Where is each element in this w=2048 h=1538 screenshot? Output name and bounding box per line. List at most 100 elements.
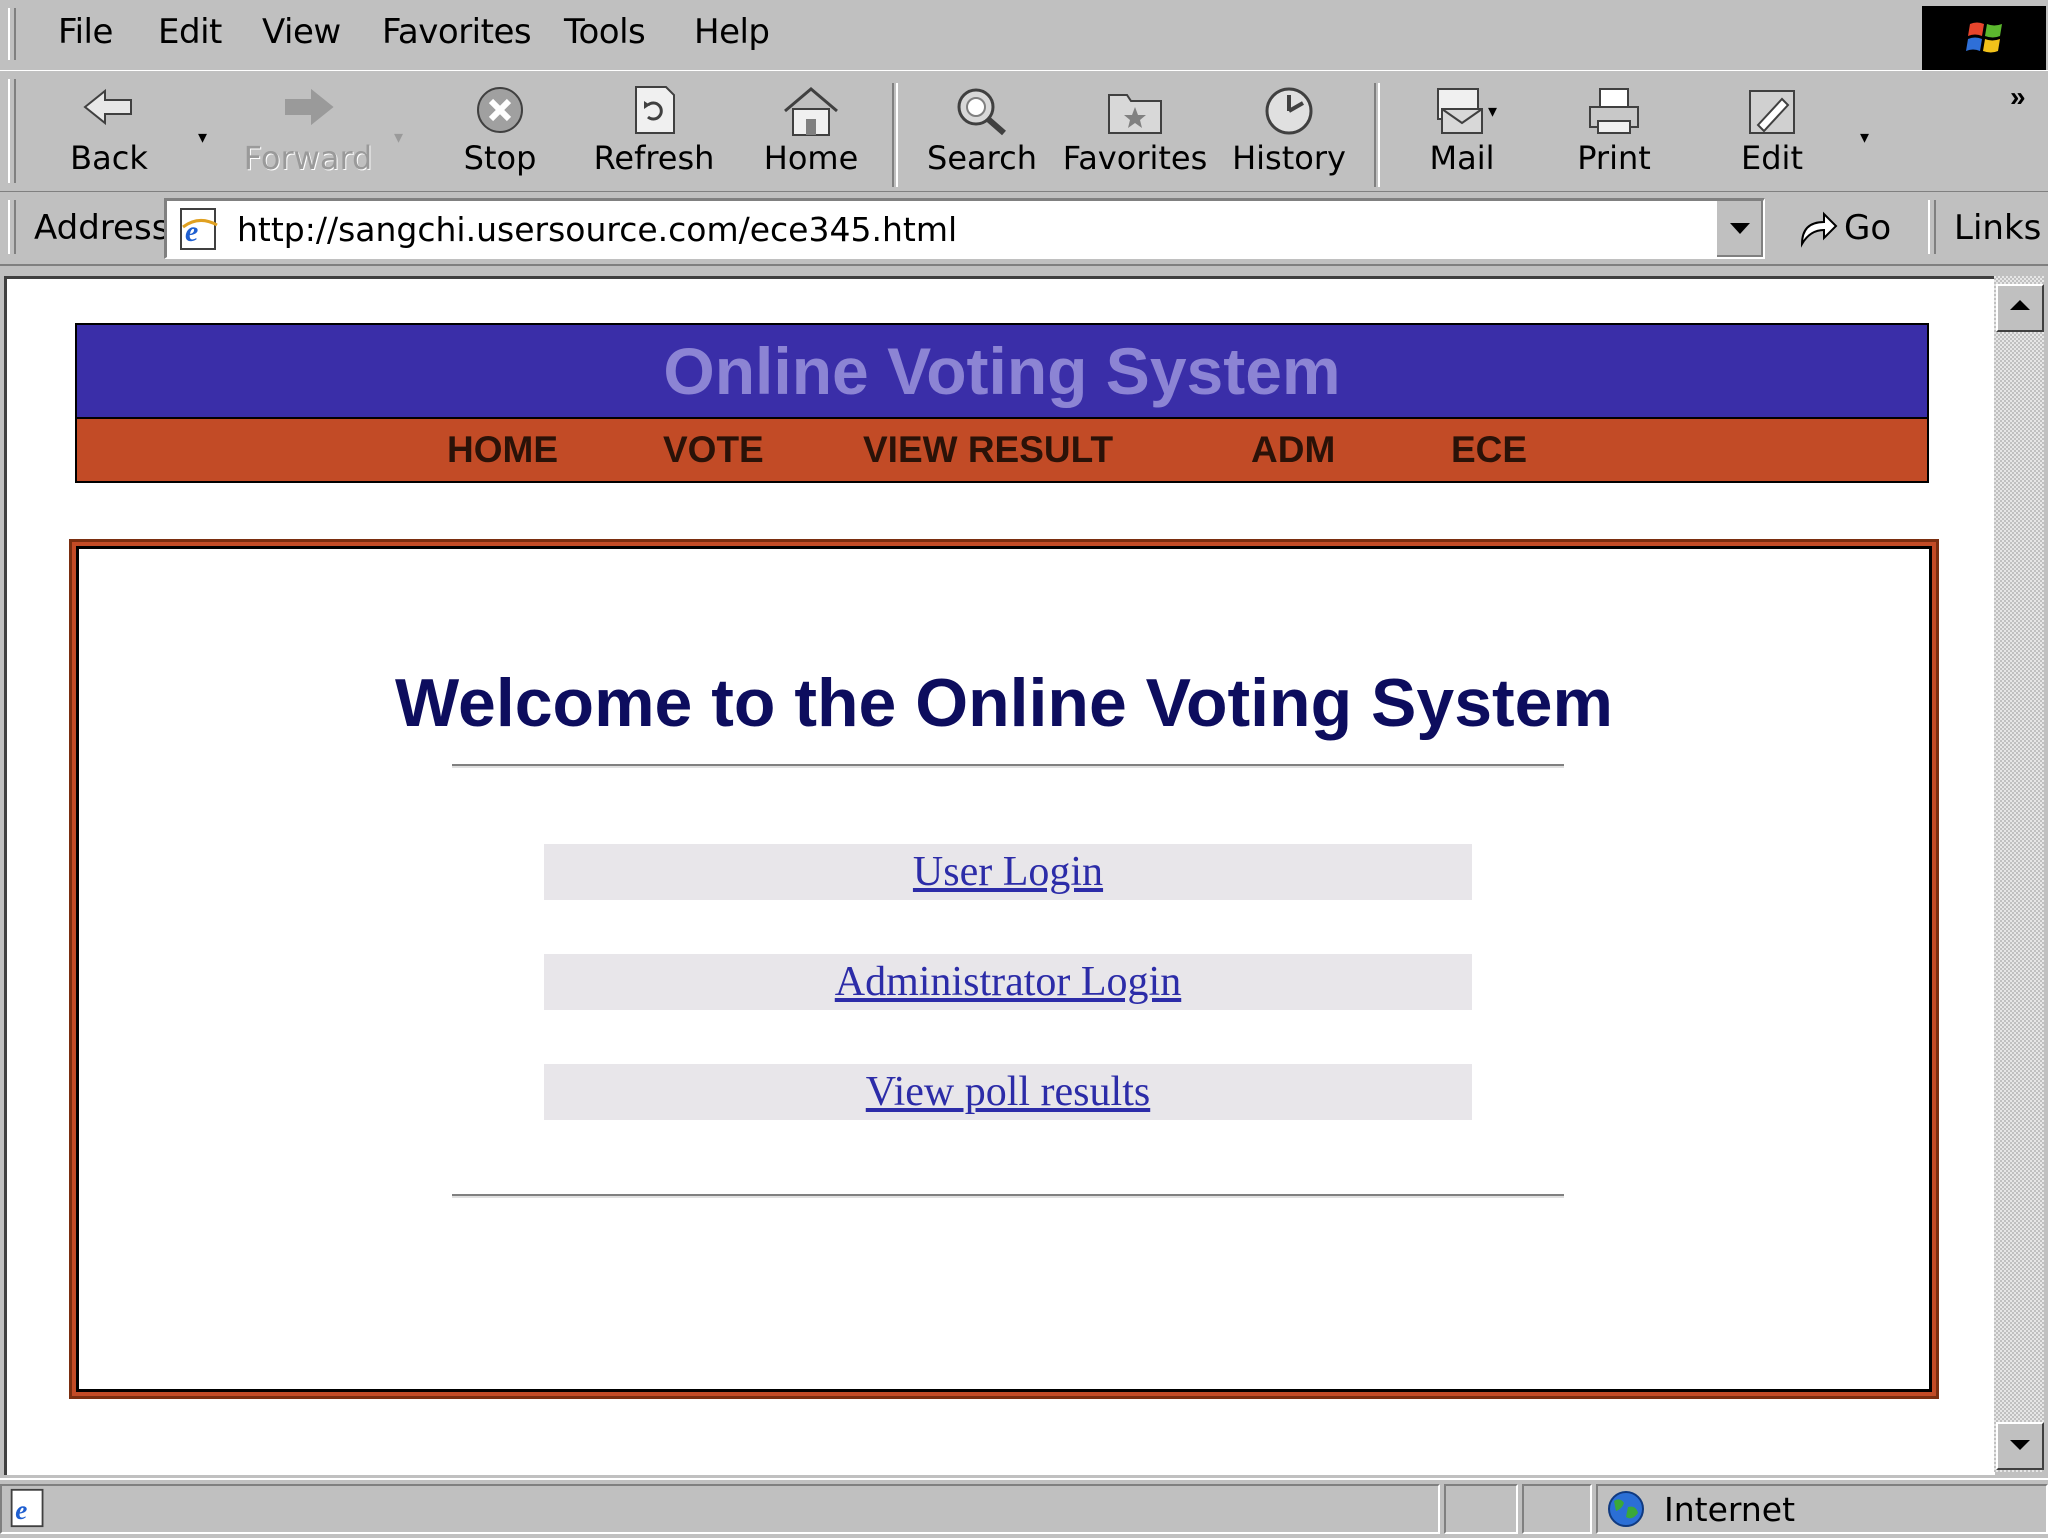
welcome-panel: Welcome to the Online Voting System User… bbox=[69, 539, 1939, 1399]
edit-button[interactable]: Edit bbox=[1710, 77, 1834, 187]
site-nav: HOME VOTE VIEW RESULT ADM ECE bbox=[77, 419, 1927, 481]
menu-file[interactable]: File bbox=[58, 12, 113, 52]
toolbar-separator bbox=[1374, 83, 1380, 187]
back-arrow-icon bbox=[83, 88, 132, 126]
nav-adm[interactable]: ADM bbox=[1251, 429, 1335, 471]
vertical-scrollbar[interactable] bbox=[1994, 276, 2044, 1472]
print-button[interactable]: Print bbox=[1554, 77, 1674, 187]
refresh-label: Refresh bbox=[593, 139, 715, 177]
standard-toolbar: Back ▾ Forward ▾ Stop Refresh Home Searc… bbox=[0, 70, 2048, 193]
history-clock-icon bbox=[1265, 87, 1313, 135]
status-zone-label: Internet bbox=[1664, 1490, 1796, 1529]
address-label: Address bbox=[34, 208, 170, 248]
menu-tools[interactable]: Tools bbox=[564, 12, 646, 52]
forward-dropdown-icon[interactable]: ▾ bbox=[394, 127, 403, 148]
go-arrow-icon bbox=[1800, 211, 1838, 248]
address-grip[interactable] bbox=[8, 200, 16, 254]
status-security-cell bbox=[1522, 1484, 1592, 1534]
stop-icon bbox=[477, 87, 523, 133]
edit-page-icon bbox=[1749, 90, 1795, 134]
administrator-login-link[interactable]: Administrator Login bbox=[835, 959, 1181, 1005]
edit-label: Edit bbox=[1741, 139, 1803, 177]
status-message-cell: e bbox=[0, 1484, 1440, 1534]
menu-help-label: Help bbox=[694, 12, 770, 52]
links-grip[interactable] bbox=[1928, 200, 1936, 254]
back-dropdown-icon[interactable]: ▾ bbox=[198, 127, 207, 148]
address-dropdown-button[interactable] bbox=[1715, 201, 1763, 257]
menu-view[interactable]: View bbox=[262, 12, 341, 52]
refresh-button[interactable]: Refresh bbox=[584, 77, 724, 187]
address-bar: Address e http://sangchi.usersource.com/… bbox=[0, 192, 2048, 266]
menu-favorites[interactable]: Favorites bbox=[382, 12, 532, 52]
menu-bar: File Edit View Favorites Tools Help bbox=[0, 0, 1920, 71]
toolbar-overflow-chevron-icon[interactable]: » bbox=[2010, 81, 2026, 113]
stop-label: Stop bbox=[463, 139, 537, 177]
home-icon bbox=[784, 87, 838, 136]
user-login-link[interactable]: User Login bbox=[913, 849, 1103, 895]
forward-label: Forward bbox=[243, 139, 373, 177]
print-label: Print bbox=[1577, 139, 1651, 177]
back-label: Back bbox=[70, 139, 148, 177]
mail-label: Mail bbox=[1429, 139, 1495, 177]
nav-home[interactable]: HOME bbox=[447, 429, 558, 471]
windows-logo-icon bbox=[1966, 22, 2002, 53]
nav-ece[interactable]: ECE bbox=[1451, 429, 1527, 471]
user-login-row: User Login bbox=[544, 844, 1472, 900]
mail-icon bbox=[1437, 88, 1483, 134]
address-url-text: http://sangchi.usersource.com/ece345.htm… bbox=[237, 210, 958, 249]
favorites-folder-icon bbox=[1108, 94, 1162, 134]
banner-title: Online Voting System bbox=[663, 334, 1341, 408]
internet-globe-icon bbox=[1608, 1491, 1644, 1527]
scroll-down-button[interactable] bbox=[1996, 1422, 2044, 1470]
stop-button[interactable]: Stop bbox=[440, 77, 560, 187]
menu-favorites-label: Favorites bbox=[382, 12, 532, 52]
menu-grip[interactable] bbox=[8, 8, 16, 60]
go-label: Go bbox=[1844, 208, 1892, 248]
search-button[interactable]: Search bbox=[920, 77, 1044, 187]
links-button[interactable]: Links bbox=[1954, 208, 2041, 248]
favorites-button[interactable]: Favorites bbox=[1060, 77, 1210, 187]
poll-results-row: View poll results bbox=[544, 1064, 1472, 1120]
refresh-icon bbox=[635, 86, 675, 134]
home-label: Home bbox=[763, 139, 859, 177]
menu-help[interactable]: Help bbox=[694, 12, 770, 52]
back-button[interactable]: Back bbox=[44, 77, 174, 187]
ie-page-icon: e bbox=[180, 208, 218, 250]
toolbar-separator bbox=[892, 83, 898, 187]
status-bar: e Internet bbox=[0, 1478, 2048, 1538]
edit-dropdown-icon[interactable]: ▾ bbox=[1860, 127, 1869, 148]
svg-text:e: e bbox=[15, 1495, 27, 1525]
admin-login-row: Administrator Login bbox=[544, 954, 1472, 1010]
home-button[interactable]: Home bbox=[746, 77, 876, 187]
banner-title-bar: Online Voting System bbox=[77, 325, 1927, 419]
address-input[interactable]: e http://sangchi.usersource.com/ece345.h… bbox=[164, 198, 1765, 259]
history-label: History bbox=[1232, 139, 1346, 177]
status-progress-cell bbox=[1444, 1484, 1518, 1534]
view-poll-results-link[interactable]: View poll results bbox=[866, 1069, 1150, 1115]
search-icon bbox=[957, 88, 1006, 136]
page-viewport: Online Voting System HOME VOTE VIEW RESU… bbox=[4, 276, 1995, 1475]
printer-icon bbox=[1589, 88, 1639, 134]
toolbar-grip[interactable] bbox=[8, 79, 16, 183]
divider-bottom bbox=[452, 1194, 1564, 1198]
menu-view-label: View bbox=[262, 12, 341, 52]
page-title: Welcome to the Online Voting System bbox=[395, 665, 1613, 741]
forward-arrow-icon bbox=[285, 88, 334, 126]
scroll-up-button[interactable] bbox=[1996, 284, 2044, 332]
go-button[interactable]: Go bbox=[1796, 206, 1891, 250]
divider-top bbox=[452, 764, 1564, 768]
menu-edit-label: Edit bbox=[158, 12, 222, 52]
mail-button[interactable]: Mail bbox=[1400, 77, 1524, 187]
search-label: Search bbox=[927, 139, 1037, 177]
menu-edit[interactable]: Edit bbox=[158, 12, 222, 52]
nav-view-result[interactable]: VIEW RESULT bbox=[863, 429, 1113, 471]
favorites-label: Favorites bbox=[1062, 139, 1208, 177]
nav-vote[interactable]: VOTE bbox=[663, 429, 764, 471]
history-button[interactable]: History bbox=[1226, 77, 1352, 187]
site-header-banner: Online Voting System HOME VOTE VIEW RESU… bbox=[75, 323, 1929, 483]
forward-button[interactable]: Forward bbox=[238, 77, 378, 187]
mail-dropdown-icon[interactable]: ▾ bbox=[1488, 101, 1497, 122]
ie-status-icon: e bbox=[10, 1488, 44, 1528]
menu-tools-label: Tools bbox=[564, 12, 646, 52]
browser-throbber bbox=[1922, 6, 2046, 70]
